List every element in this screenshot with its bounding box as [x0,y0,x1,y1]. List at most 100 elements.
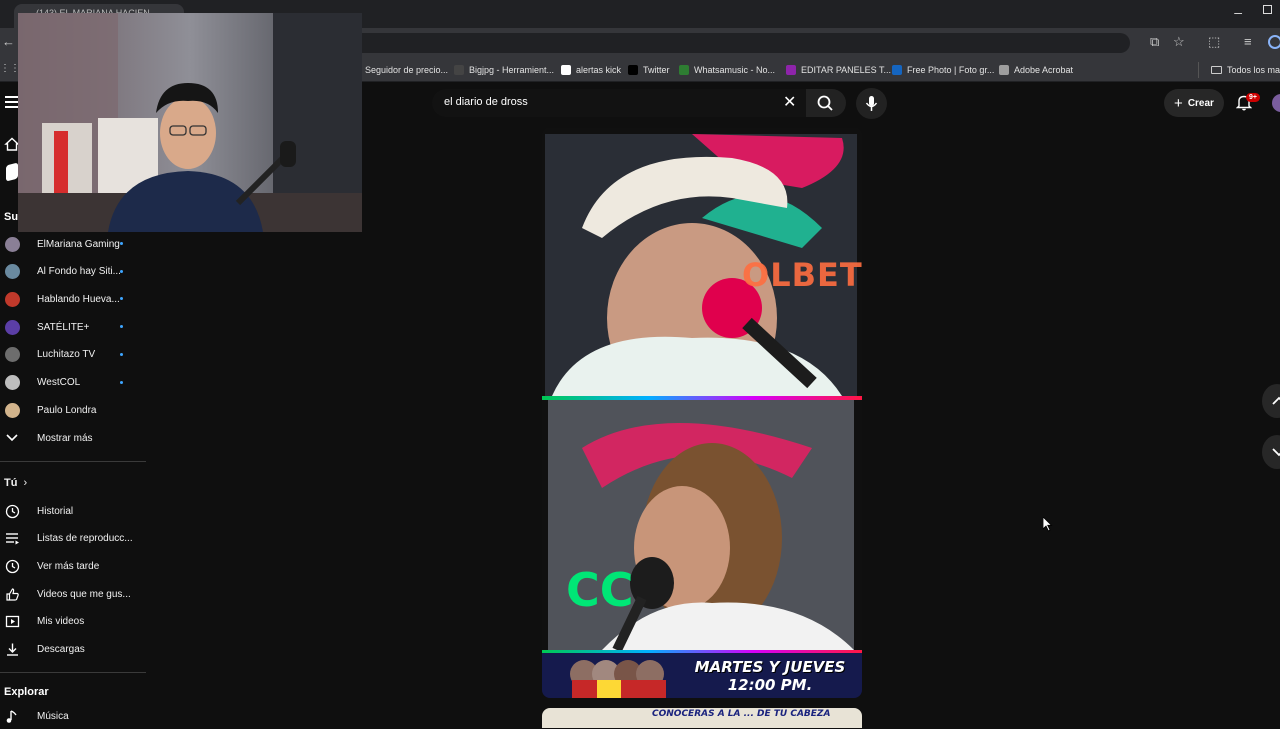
plus-icon: + [1174,94,1183,112]
channel-name: Paulo Londra [37,404,97,416]
next-short-caption: CONOCERAS A LA ... DE TU CABEZA [652,709,831,719]
bookmark-star-icon[interactable]: ☆ [1173,34,1185,50]
new-content-dot [120,269,123,273]
channel-name: Al Fondo hay Siti... [37,266,121,278]
search-query: el diario de dross [444,96,528,108]
sidebar-item-thumbs-up[interactable]: Videos que me gus... [0,581,146,607]
back-icon[interactable]: ← [2,34,15,49]
sidebar-item-history[interactable]: Historial [0,498,146,524]
sidebar-item-label: Historial [37,505,74,517]
channel-name: Luchitazo TV [37,349,96,361]
you-heading: Tú [4,477,18,489]
schedule-days: MARTES Y JUEVES [694,658,846,676]
top-logo-text: OLBET [742,256,862,294]
bookmark-item[interactable]: Seguidor de precio... [350,63,448,77]
minimize-icon[interactable]: – [1234,4,1242,20]
schedule-time: 12:00 PM. [727,676,813,694]
sidebar-channel-item[interactable]: Paulo Londra [0,397,146,423]
previous-short-button[interactable] [1262,384,1280,418]
hosts-thumbnails [570,660,666,698]
channel-avatar [0,291,24,307]
channel-avatar-image [4,402,20,418]
search-button[interactable] [806,89,846,117]
bookmark-label: Adobe Acrobat [1014,65,1074,75]
all-bookmarks-folder[interactable]: Todos los marc [1211,63,1280,77]
clear-search-icon[interactable]: ✕ [783,92,796,112]
new-content-dot [120,380,123,384]
bigjpg-icon [454,65,464,75]
clock-icon [0,559,24,574]
channel-avatar-image [4,347,20,363]
channel-avatar [0,236,24,252]
maximize-icon[interactable] [1263,5,1272,14]
sidebar-channel-item[interactable]: WestCOL [0,370,146,396]
my-videos-icon [0,614,24,629]
sidebar-channel-item[interactable]: ElMariana Gaming [0,231,146,257]
sidebar-item-download[interactable]: Descargas [0,637,146,663]
bookmark-item[interactable]: alertas kick [561,63,621,77]
thumbs-up-icon [0,587,24,602]
bookmark-label: alertas kick [576,65,622,75]
bookmark-item[interactable]: Bigjpg - Herramient... [454,63,554,77]
shorts-icon[interactable] [6,162,18,182]
bookmarks-divider [1198,62,1199,78]
download-icon [0,642,24,657]
sidebar-channel-item[interactable]: Hablando Hueva... [0,286,146,312]
create-button[interactable]: + Crear [1164,89,1224,117]
notification-count-badge: 9+ [1246,93,1260,102]
menu-icon[interactable] [5,96,18,108]
address-bar[interactable] [330,33,1130,53]
bookmark-item[interactable]: EDITAR PANELES T... [786,63,891,77]
next-short-preview[interactable]: CONOCERAS A LA ... DE TU CABEZA [542,708,862,728]
chevron-up-icon [1272,396,1280,405]
sidebar-divider [0,461,146,462]
bookmark-item[interactable]: Free Photo | Foto gr... [892,63,994,77]
sidebar-channel-item[interactable]: Luchitazo TV [0,342,146,368]
new-content-dot [120,297,123,301]
create-label: Crear [1187,97,1214,109]
channel-name: ElMariana Gaming [37,238,120,250]
bookmark-label: Whatsamusic - No... [694,65,776,75]
sidebar-item-label: Listas de reproducc... [37,533,133,545]
bookmark-item[interactable]: Twitter [628,63,670,77]
channel-name: WestCOL [37,377,81,388]
whatsamusic-icon [679,65,689,75]
channel-avatar [0,264,24,280]
music-icon [0,709,24,724]
apps-icon[interactable]: ⋮⋮ [0,63,20,74]
channel-avatar-image [4,236,20,252]
sidebar-item-music[interactable]: Música [0,703,146,729]
sidebar-item-playlist[interactable]: Listas de reproducc... [0,526,146,552]
media-control-icon[interactable]: ≡ [1244,34,1252,49]
acrobat-icon [999,65,1009,75]
channel-avatar [0,319,24,335]
install-app-icon[interactable]: ⧉ [1150,34,1159,50]
bookmark-item[interactable]: Whatsamusic - No... [679,63,775,77]
next-short-button[interactable] [1262,435,1280,469]
webcam-image [18,13,362,232]
sidebar-divider [0,672,146,673]
sidebar-item-my-videos[interactable]: Mis videos [0,609,146,635]
mic-icon [865,96,878,111]
mouse-cursor-icon [1042,516,1053,537]
profile-icon[interactable] [1268,35,1280,49]
voice-search-button[interactable] [856,88,887,119]
bookmark-label: EDITAR PANELES T... [801,65,892,75]
x-icon [628,65,638,75]
sidebar-channel-item[interactable]: SATÉLITE+ [0,314,146,340]
channel-avatar-image [4,291,20,307]
bookmark-item[interactable]: Adobe Acrobat [999,63,1073,77]
history-icon [0,504,24,519]
sidebar-item-clock[interactable]: Ver más tarde [0,553,146,579]
short-video-player[interactable]: OLBET CC MARTES Y JUEVES 12:00 PM. [542,128,862,698]
extensions-icon[interactable]: ⬚ [1208,34,1220,50]
channel-avatar [0,375,24,390]
you-section-link[interactable]: Tú › [4,477,27,489]
sidebar-channel-item[interactable]: Al Fondo hay Siti... [0,259,146,285]
playlist-icon [0,531,24,546]
account-avatar[interactable] [1272,94,1280,112]
all-bookmarks-label: Todos los marc [1227,65,1280,75]
chevron-right-icon: › [23,477,28,489]
show-more-button[interactable]: Mostrar más [0,425,146,451]
bookmark-label: Bigjpg - Herramient... [469,65,555,75]
